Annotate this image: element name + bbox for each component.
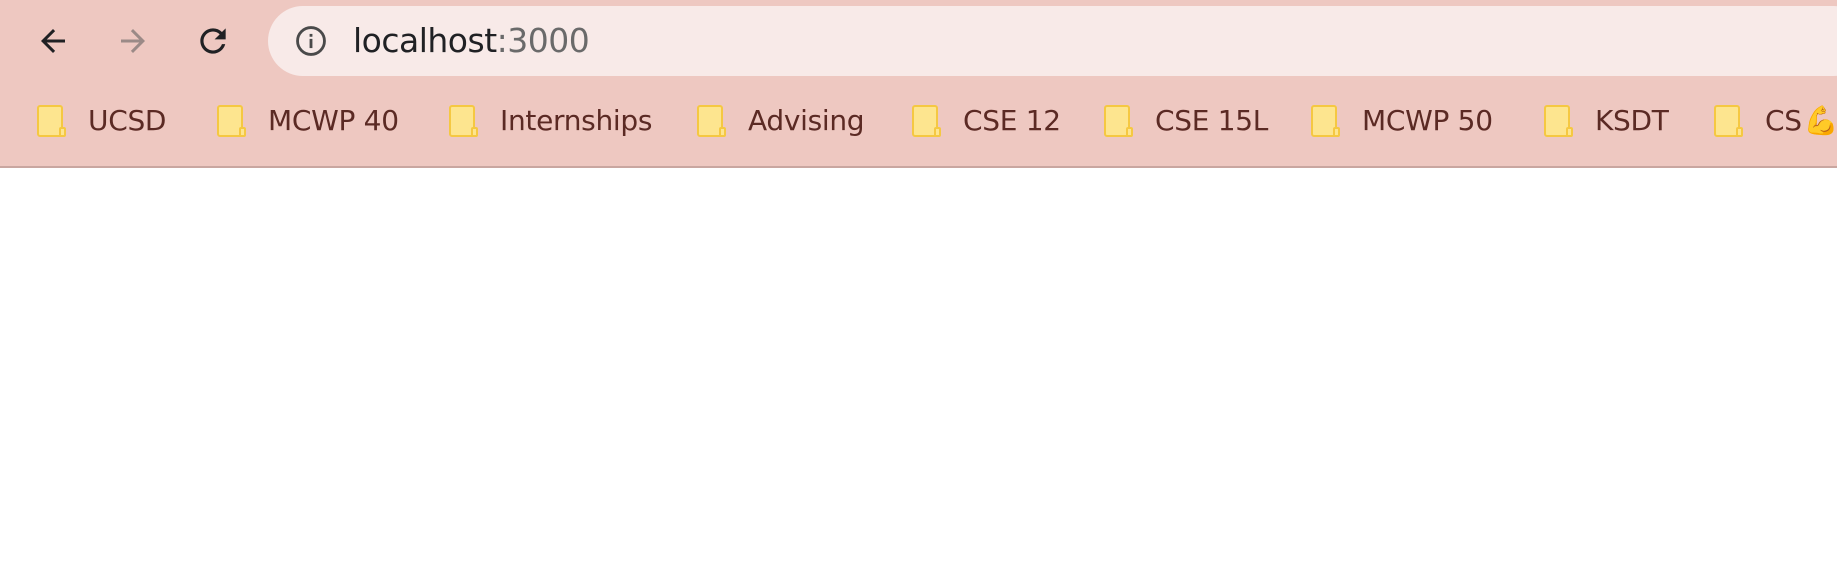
bookmark-ksdt[interactable]: KSDT [1543,96,1669,144]
folder-icon [448,102,478,138]
folder-icon [36,102,66,138]
page-content [0,170,1837,572]
bookmark-label: MCWP 50 [1362,103,1493,137]
bookmark-cs[interactable]: CS 💪 [1713,96,1837,144]
bookmark-mcwp-40[interactable]: MCWP 40 [216,96,399,144]
bookmark-advising[interactable]: Advising [696,96,865,144]
url-text[interactable]: localhost:3000 [353,6,590,76]
bookmark-internships[interactable]: Internships [448,96,652,144]
bookmark-cse-12[interactable]: CSE 12 [911,96,1061,144]
arrow-left-icon [35,23,71,59]
folder-icon [1310,102,1340,138]
bookmarks-bar: UCSD MCWP 40 Internships Advising CSE 12… [0,96,1837,144]
back-button[interactable] [26,14,80,68]
bookmark-label: KSDT [1595,103,1669,137]
bookmark-label: CSE 12 [963,103,1061,137]
folder-icon [911,102,941,138]
info-icon[interactable] [294,24,328,58]
bookmark-label: Internships [500,103,653,137]
url-host: localhost [353,21,497,60]
forward-button[interactable] [106,14,160,68]
folder-icon [1543,102,1573,138]
bookmark-cse-15l[interactable]: CSE 15L [1103,96,1268,144]
flexed-biceps-icon: 💪 [1803,104,1837,136]
bookmark-label: CS [1765,103,1802,137]
arrow-right-icon [115,23,151,59]
reload-button[interactable] [186,14,240,68]
bookmark-label: UCSD [88,103,167,137]
bookmark-label: CSE 15L [1155,103,1269,137]
folder-icon [1713,102,1743,138]
folder-icon [696,102,726,138]
browser-chrome: localhost:3000 UCSD MCWP 40 Internships … [0,0,1837,168]
bookmark-label: Advising [748,103,865,137]
folder-icon [216,102,246,138]
bookmark-ucsd[interactable]: UCSD [36,96,166,144]
url-port: :3000 [496,21,590,60]
folder-icon [1103,102,1133,138]
address-bar[interactable]: localhost:3000 [268,6,1837,76]
reload-icon [194,22,232,60]
bookmark-label: MCWP 40 [268,103,399,137]
bookmark-mcwp-50[interactable]: MCWP 50 [1310,96,1493,144]
